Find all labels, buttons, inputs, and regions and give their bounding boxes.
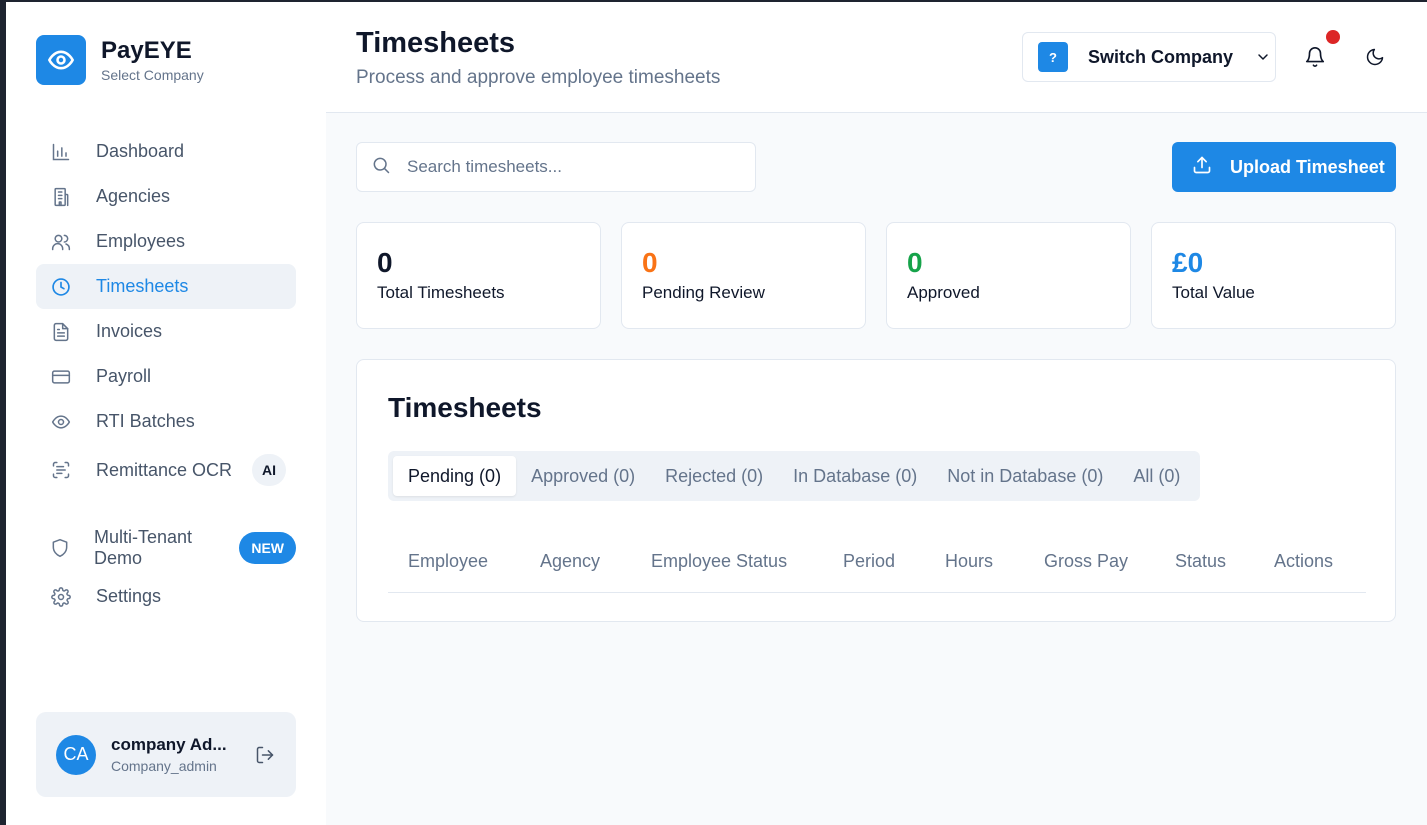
stat-value: 0 [377, 247, 393, 278]
clock-icon [50, 276, 72, 298]
column-header-gross-pay[interactable]: Gross Pay [1044, 551, 1128, 572]
sidebar-item-label: Multi-Tenant Demo [94, 527, 193, 568]
notification-dot [1326, 30, 1340, 44]
sidebar-item-label: Settings [96, 586, 162, 606]
file-text-icon [50, 321, 72, 343]
table-header: Employee Agency Employee Status Period H… [388, 531, 1366, 593]
upload-icon [1192, 155, 1212, 180]
tab-pending[interactable]: Pending (0) [393, 456, 517, 496]
brand-subtitle: Select Company [101, 67, 204, 83]
stat-value: £0 [1172, 247, 1204, 278]
switch-company-button[interactable]: ? Switch Company [1022, 32, 1276, 82]
column-header-employee[interactable]: Employee [408, 551, 488, 572]
panel-title: Timesheets [388, 392, 542, 423]
user-name: company Ad... [111, 735, 227, 754]
sidebar-item-label: Dashboard [96, 141, 185, 161]
tab-in-database[interactable]: In Database (0) [778, 456, 932, 496]
page-title: Timesheets [356, 27, 516, 59]
sidebar-item-remittance-ocr[interactable]: Remittance OCR AI [36, 444, 296, 496]
brand[interactable]: PayEYE Select Company [36, 35, 204, 85]
company-icon: ? [1038, 42, 1068, 72]
app-window: PayEYE Select Company Dashboard Agencies [6, 2, 1427, 825]
new-badge: NEW [239, 532, 296, 564]
scan-text-icon [50, 459, 72, 481]
switch-company-label: Switch Company [1088, 46, 1234, 67]
stat-label: Pending Review [642, 283, 765, 302]
upload-timesheet-label: Upload Timesheet [1230, 156, 1385, 177]
stat-card-approved: 0 Approved [886, 222, 1131, 329]
eye-logo-icon [36, 35, 86, 85]
sidebar-nav: Dashboard Agencies Employees Timesheets [36, 129, 296, 619]
stat-label: Total Value [1172, 283, 1255, 302]
users-icon [50, 231, 72, 253]
status-tabs: Pending (0) Approved (0) Rejected (0) In… [388, 451, 1201, 501]
eye-icon [50, 411, 72, 433]
avatar: CA [56, 734, 96, 775]
sidebar-item-label: Timesheets [96, 276, 189, 296]
sidebar-item-payroll[interactable]: Payroll [36, 354, 296, 399]
stat-card-total-timesheets: 0 Total Timesheets [356, 222, 601, 329]
shield-icon [50, 537, 70, 559]
sidebar-item-multi-tenant-demo[interactable]: Multi-Tenant Demo NEW [36, 522, 296, 574]
sidebar-item-label: Agencies [96, 186, 171, 206]
column-header-employee-status[interactable]: Employee Status [651, 551, 787, 572]
sidebar-item-employees[interactable]: Employees [36, 219, 296, 264]
sidebar-item-settings[interactable]: Settings [36, 574, 296, 619]
sidebar-item-label: Invoices [96, 321, 163, 341]
column-header-agency[interactable]: Agency [540, 551, 600, 572]
stat-card-total-value: £0 Total Value [1151, 222, 1396, 329]
stat-value: 0 [907, 247, 923, 278]
column-header-hours[interactable]: Hours [945, 551, 993, 572]
stat-card-pending-review: 0 Pending Review [621, 222, 866, 329]
sidebar: PayEYE Select Company Dashboard Agencies [6, 2, 326, 825]
sidebar-item-label: RTI Batches [96, 411, 195, 431]
column-header-period[interactable]: Period [843, 551, 895, 572]
page-subtitle: Process and approve employee timesheets [356, 67, 721, 88]
stat-label: Total Timesheets [377, 283, 505, 302]
column-header-actions[interactable]: Actions [1274, 551, 1333, 572]
credit-card-icon [50, 366, 72, 388]
gear-icon [50, 586, 72, 608]
stat-value: 0 [642, 247, 658, 278]
search-input[interactable] [407, 157, 727, 177]
sidebar-item-label: Remittance OCR [96, 459, 233, 480]
sidebar-item-timesheets[interactable]: Timesheets [36, 264, 296, 309]
bell-icon[interactable] [1304, 46, 1328, 70]
search-box[interactable] [356, 142, 756, 192]
tab-not-in-database[interactable]: Not in Database (0) [932, 456, 1118, 496]
brand-name: PayEYE [101, 37, 192, 64]
sidebar-item-invoices[interactable]: Invoices [36, 309, 296, 354]
sidebar-item-rti-batches[interactable]: RTI Batches [36, 399, 296, 444]
chevron-down-icon [1255, 49, 1271, 65]
user-role: Company_admin [111, 758, 217, 774]
sidebar-item-label: Payroll [96, 366, 152, 386]
upload-timesheet-button[interactable]: Upload Timesheet [1172, 142, 1396, 192]
ai-badge: AI [252, 454, 287, 486]
main-content: Timesheets Process and approve employee … [326, 2, 1427, 825]
tab-rejected[interactable]: Rejected (0) [650, 456, 778, 496]
sidebar-item-label: Employees [96, 231, 186, 251]
bar-chart-icon [50, 141, 72, 163]
sidebar-item-agencies[interactable]: Agencies [36, 174, 296, 219]
sidebar-item-dashboard[interactable]: Dashboard [36, 129, 296, 174]
top-bar: Timesheets Process and approve employee … [326, 2, 1427, 113]
tab-all[interactable]: All (0) [1118, 456, 1195, 496]
user-card: CA company Ad... Company_admin [36, 712, 296, 797]
stat-label: Approved [907, 283, 980, 302]
building-icon [50, 186, 72, 208]
stats-row: 0 Total Timesheets 0 Pending Review 0 Ap… [356, 222, 1396, 329]
timesheets-panel: Timesheets Pending (0) Approved (0) Reje… [356, 359, 1396, 622]
tab-approved[interactable]: Approved (0) [516, 456, 650, 496]
logout-icon[interactable] [253, 743, 277, 767]
moon-icon[interactable] [1365, 47, 1387, 69]
search-icon [371, 155, 391, 180]
column-header-status[interactable]: Status [1175, 551, 1226, 572]
